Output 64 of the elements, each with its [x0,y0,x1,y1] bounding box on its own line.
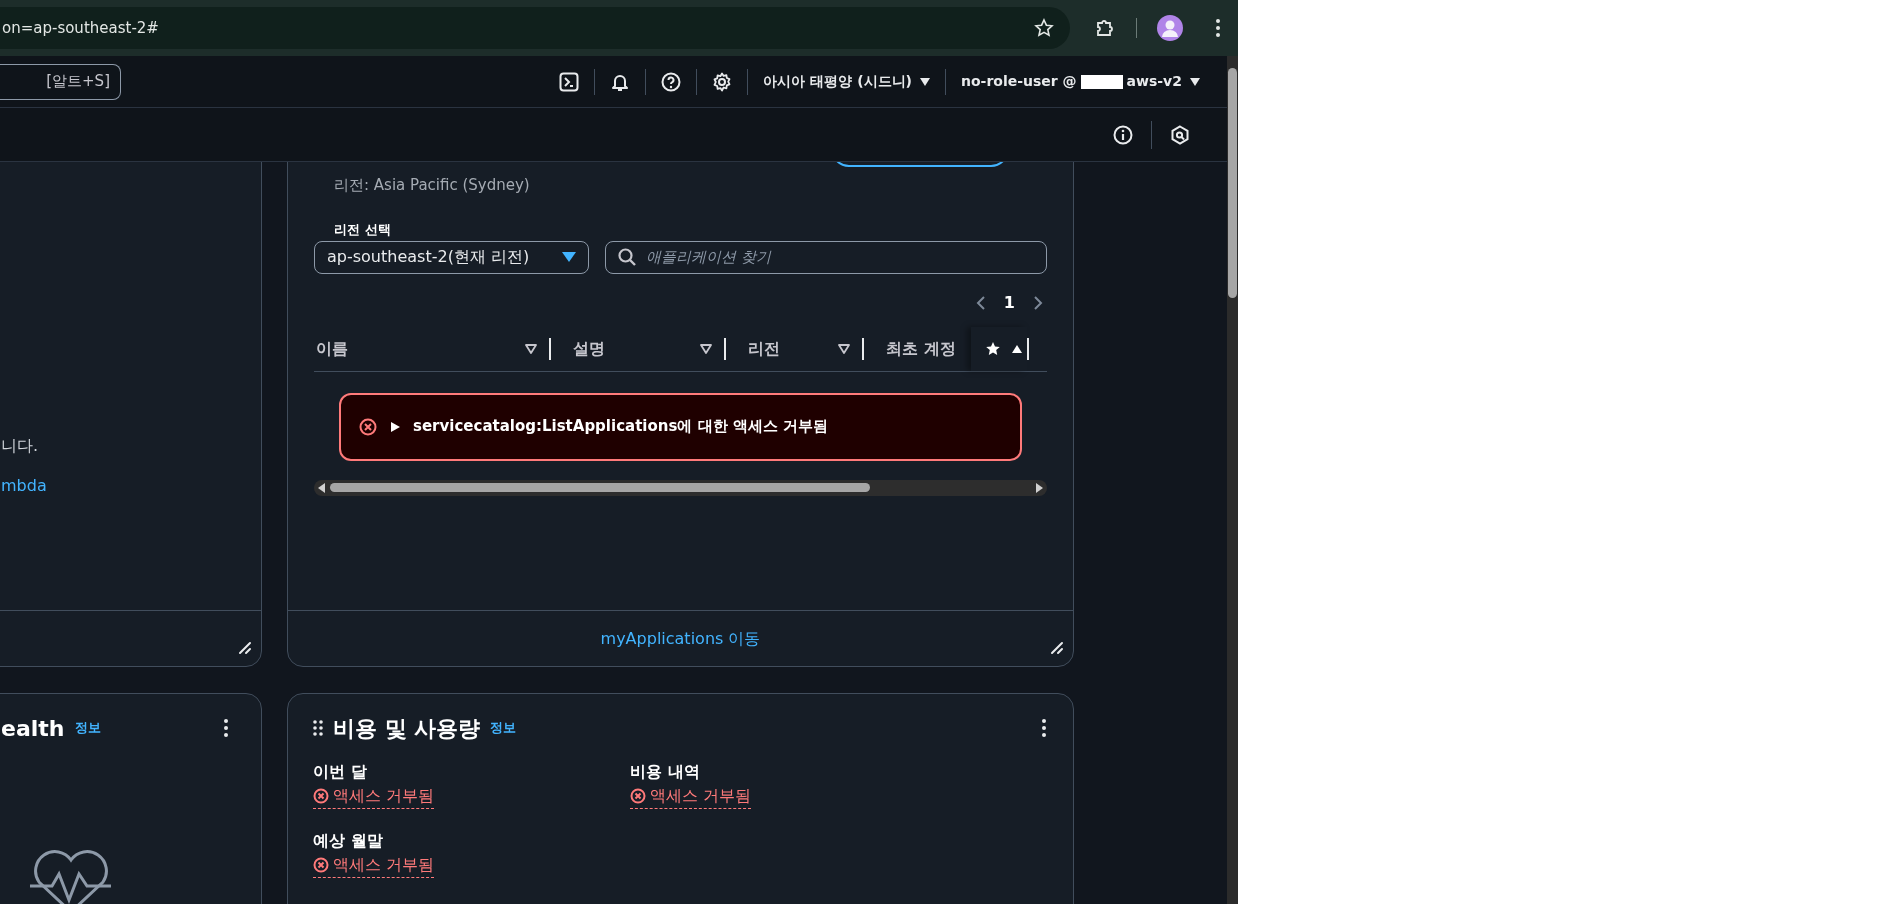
chevron-right-icon[interactable] [1033,294,1043,311]
url-text[interactable]: on=ap-southeast-2# [0,16,159,40]
region-text: 리전: Asia Pacific (Sydney) [334,175,531,196]
more-icon[interactable] [223,718,229,738]
sort-icon[interactable] [525,344,537,354]
scroll-left-icon [318,482,326,493]
access-denied-status: 액세스 거부됨 [313,784,435,809]
scroll-right-icon [1035,482,1043,493]
metric-label: 예상 월말 [313,830,384,852]
search-input[interactable]: 애플리케이션 찾기 [644,244,1034,270]
star-icon[interactable] [1034,18,1054,38]
vertical-scrollbar[interactable] [1227,56,1238,904]
sort-icon[interactable] [700,344,712,354]
region-menu[interactable]: 아시아 태평양 (시드니) [763,71,930,92]
search-field[interactable]: 애플리케이션 찾기 [605,240,1047,274]
column-header[interactable]: 최초 계정 [886,337,956,361]
account-name: aws-v2 [1126,72,1182,91]
expand-caret-icon[interactable] [389,420,401,433]
region-select[interactable]: ap-southeast-2(현재 리전) [314,240,589,274]
widget-title: ealth [1,714,65,743]
metric-label: 비용 내역 [630,761,701,783]
page-button[interactable]: 1 [1003,290,1015,315]
info-icon[interactable] [1113,124,1133,145]
puzzle-icon[interactable] [1094,17,1116,39]
info-link[interactable]: 정보 [74,718,101,738]
terminal-icon[interactable] [559,71,580,92]
info-link[interactable]: 정보 [490,718,517,738]
error-icon [359,417,377,436]
settings-icon[interactable] [712,71,733,92]
description-text: 니다. [1,435,40,457]
error-icon [313,857,329,873]
account-menu[interactable]: no-role-user @ aws-v2 [961,71,1200,92]
chevron-left-icon[interactable] [975,294,986,311]
access-denied-status: 액세스 거부됨 [313,853,435,878]
column-header[interactable]: 설명 [573,337,605,361]
service-link[interactable]: mbda [1,474,47,498]
user-name: no-role-user @ [961,72,1077,91]
help-icon[interactable] [661,71,682,92]
resize-icon[interactable] [237,640,253,656]
hexagon-icon[interactable] [1170,124,1190,145]
column-header[interactable]: 이름 [316,337,348,361]
horizontal-scrollbar[interactable] [314,479,1047,496]
caret-icon [1190,77,1200,86]
widget-title: 비용 및 사용량 [333,714,481,743]
sort-icon[interactable] [838,344,850,354]
caret-icon [920,77,930,86]
error-icon [313,788,329,804]
error-message: servicecatalog:ListApplications에 대한 액세스 거부됨 [413,416,829,438]
search-field[interactable]: [알트+S] [0,63,121,100]
more-icon[interactable] [1215,18,1221,38]
resize-icon[interactable] [1049,640,1065,656]
more-icon[interactable] [1041,718,1047,738]
caret-icon [562,252,576,262]
drag-handle-icon[interactable] [313,720,323,736]
metric-label: 이번 달 [313,761,368,783]
redacted-block [1080,74,1123,89]
search-icon [618,248,636,266]
error-icon [630,788,646,804]
sort-ascending-icon[interactable] [1011,344,1023,354]
access-denied-status: 액세스 거부됨 [630,784,752,809]
avatar-icon[interactable] [1157,15,1183,41]
footer-link[interactable]: myApplications 이동 [600,626,761,651]
star-icon [985,341,1001,357]
column-header[interactable]: 리전 [748,337,780,361]
